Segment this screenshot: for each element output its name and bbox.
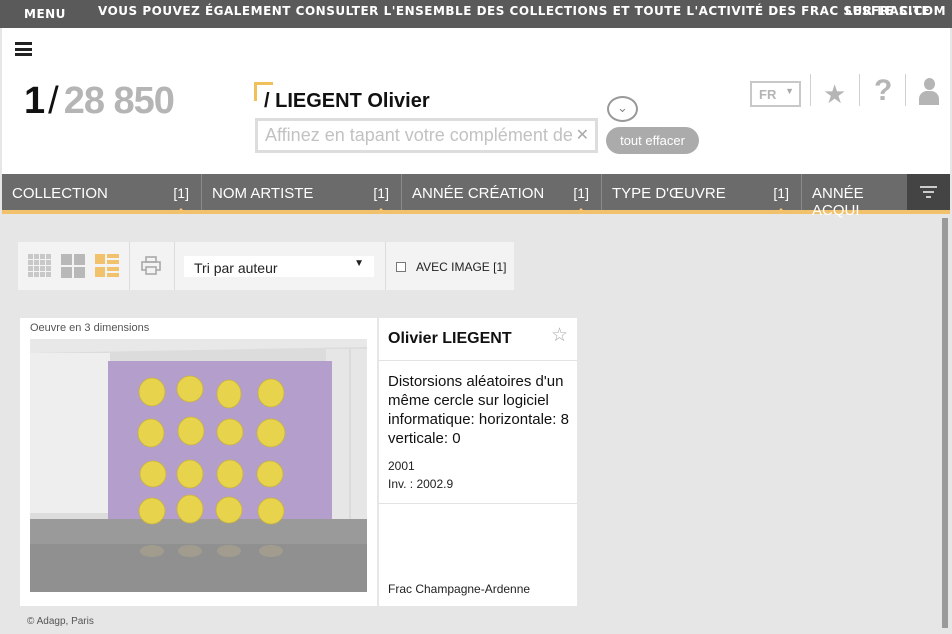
triangle-up-icon (175, 208, 187, 214)
divider (859, 74, 860, 106)
large-grid-view-icon[interactable] (61, 254, 85, 278)
counter-separator: / (48, 80, 59, 122)
filter-work-type[interactable]: TYPE D'ŒUVRE [1] (602, 174, 802, 214)
caret-down-icon: ▼ (785, 86, 794, 96)
filter-collection[interactable]: COLLECTION [1] (2, 174, 202, 214)
caret-down-icon: ▼ (354, 258, 364, 269)
result-card-details[interactable]: Olivier LIEGENT ☆ Distorsions aléatoires… (379, 318, 577, 606)
close-icon[interactable]: ✕ (576, 125, 589, 145)
language-value: FR (759, 87, 777, 102)
filter-bar: COLLECTION [1] NOM ARTISTE [1] ANNÉE CRÉ… (2, 174, 950, 219)
help-icon[interactable]: ? (874, 74, 892, 108)
filter-artist-name[interactable]: NOM ARTISTE [1] (202, 174, 402, 214)
sort-value: Tri par auteur (194, 260, 278, 276)
small-grid-view-icon[interactable] (28, 254, 52, 278)
view-toolbar: Tri par auteur ▼ AVEC IMAGE [1] (18, 242, 514, 290)
creation-year: 2001 (388, 459, 415, 473)
result-card-image[interactable]: Oeuvre en 3 dimensions (20, 318, 377, 606)
divider (174, 242, 175, 290)
header: 1/28 850 / LIEGENT Olivier ✕ ⌄ tout effa… (2, 28, 950, 174)
artwork-title[interactable]: Distorsions aléatoires d'un même cercle … (388, 372, 574, 448)
print-icon[interactable] (141, 254, 161, 278)
sort-select[interactable]: Tri par auteur ▼ (184, 256, 374, 277)
inventory-number: Inv. : 2002.9 (388, 477, 454, 491)
triangle-up-icon (375, 208, 387, 214)
scrollbar[interactable] (942, 218, 948, 628)
search-input[interactable] (258, 121, 576, 150)
filter-creation-year[interactable]: ANNÉE CRÉATION [1] (402, 174, 602, 214)
divider (379, 360, 577, 361)
collection-name: Frac Champagne-Ardenne (388, 582, 531, 596)
divider (810, 74, 811, 106)
page: MENU VOUS POUVEZ ÉGALEMENT CONSULTER L'E… (0, 0, 952, 634)
divider (129, 242, 130, 290)
top-banner: MENU VOUS POUVEZ ÉGALEMENT CONSULTER L'E… (0, 0, 952, 28)
with-image-checkbox[interactable] (396, 262, 406, 272)
clear-all-button[interactable]: tout effacer (606, 127, 699, 154)
user-icon[interactable] (919, 78, 939, 106)
copyright-credit: © Adagp, Paris (27, 616, 94, 627)
triangle-up-icon (775, 208, 787, 214)
search-box: ✕ (255, 118, 598, 153)
with-image-label: AVEC IMAGE [1] (416, 260, 507, 274)
divider (385, 242, 386, 290)
artwork-image[interactable] (30, 339, 367, 592)
divider (905, 74, 906, 106)
total-count: 28 850 (63, 80, 175, 122)
language-select[interactable]: FR ▼ (750, 81, 801, 107)
menu-link[interactable]: MENU (24, 7, 66, 21)
chevron-down-icon[interactable]: ⌄ (607, 96, 638, 122)
hamburger-icon[interactable] (15, 42, 32, 56)
lesfrac-link[interactable]: LESFRAC.COM (845, 4, 946, 18)
filter-acquisition-year[interactable]: ANNÉE ACQUI (802, 174, 907, 219)
list-view-icon[interactable] (95, 254, 119, 278)
banner-message: VOUS POUVEZ ÉGALEMENT CONSULTER L'ENSEMB… (98, 4, 931, 18)
triangle-up-icon (575, 208, 587, 214)
star-icon[interactable]: ★ (823, 79, 846, 110)
filter-icon[interactable] (907, 174, 950, 210)
current-index: 1 (24, 80, 45, 122)
artist-name[interactable]: Olivier LIEGENT (388, 330, 512, 348)
result-counter: 1/28 850 (24, 80, 175, 123)
star-outline-icon[interactable]: ☆ (551, 324, 568, 347)
work-type-label: Oeuvre en 3 dimensions (30, 322, 150, 334)
active-query[interactable]: / LIEGENT Olivier (264, 90, 430, 113)
divider (379, 503, 577, 504)
